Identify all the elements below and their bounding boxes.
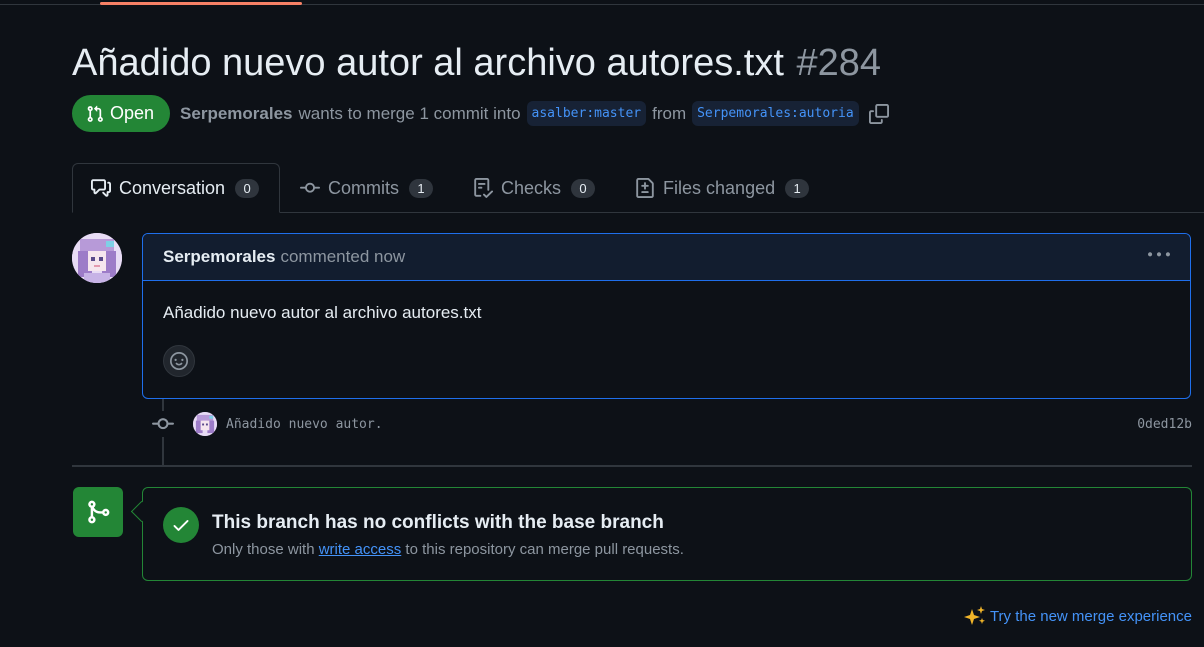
merge-status-subtitle: Only those with write access to this rep… [212,541,684,558]
tab-conversation[interactable]: Conversation 0 [72,163,280,213]
tab-checks[interactable]: Checks 0 [453,163,615,213]
copy-branch-button[interactable] [868,103,889,124]
page-title: Añadido nuevo autor al archivo autores.t… [72,38,881,88]
merge-box-icon [73,487,123,537]
tab-counter: 0 [571,178,596,198]
git-commit-icon [150,411,176,437]
timeline-commit-item: Añadido nuevo autor. 0ded12b [150,410,1192,438]
tab-commits[interactable]: Commits 1 [280,163,453,213]
kebab-horizontal-icon [1148,244,1170,266]
tab-counter: 0 [235,178,260,198]
tab-label: Commits [328,177,399,198]
tab-counter: 1 [409,178,433,198]
from-text: from [652,103,687,123]
timeline-divider [72,465,1192,467]
comment-discussion-icon [91,178,111,198]
head-branch-link[interactable]: Serpemorales:autoria [692,101,859,126]
active-nav-underline [100,2,302,5]
base-branch-link[interactable]: asalber:master [526,101,647,126]
commit-message-link[interactable]: Añadido nuevo autor. [226,417,383,432]
comment-card: Serpemorales commented now Añadido nuevo… [142,233,1191,399]
pr-author-link[interactable]: Serpemorales [180,104,292,124]
tab-label: Checks [501,177,562,198]
tab-label: Files changed [663,177,776,198]
commit-author-avatar[interactable] [193,412,217,436]
tab-counter: 1 [785,178,810,198]
pr-title: Añadido nuevo autor al archivo autores.t… [72,42,784,84]
add-reaction-button[interactable] [163,345,195,377]
state-badge: Open [72,95,171,132]
sparkles-icon [962,605,988,627]
comment-body: Añadido nuevo autor al archivo autores.t… [143,281,1190,377]
git-merge-icon [85,499,111,525]
check-circle-icon [163,507,199,543]
merge-sub-text-before: Only those with [212,541,315,558]
tab-files-changed[interactable]: Files changed 1 [615,163,829,213]
copy-icon [868,103,889,124]
checklist-icon [473,178,493,198]
comment-header: Serpemorales commented now [143,234,1190,281]
comment-text: Añadido nuevo autor al archivo autores.t… [163,303,482,322]
merge-status-box [142,487,1192,581]
commit-sha-link[interactable]: 0ded12b [1137,417,1192,432]
tab-label: Conversation [119,177,226,198]
avatar[interactable] [72,233,122,283]
git-pull-request-icon [86,105,104,123]
try-new-label: Try the new merge experience [989,607,1192,625]
comment-time[interactable]: now [374,247,405,267]
state-label: Open [110,103,155,123]
merge-sub-text-after: to this repository can merge pull reques… [405,541,684,558]
pr-meta: Open Serpemorales wants to merge 1 commi… [72,95,889,132]
comment-action: commented [280,247,370,266]
pr-tabs: Conversation 0 Commits 1 Checks 0 Files … [72,163,829,213]
pr-number: #284 [796,42,881,84]
merge-description: wants to merge 1 commit into [298,103,521,123]
merge-status-title: This branch has no conflicts with the ba… [212,512,664,533]
git-commit-icon [300,178,320,198]
write-access-link[interactable]: write access [319,541,402,558]
smiley-icon [170,352,188,370]
comment-author-link[interactable]: Serpemorales [163,247,275,267]
file-diff-icon [635,178,655,198]
more-options-button[interactable] [1148,244,1170,271]
try-new-merge-link[interactable]: Try the new merge experience [962,605,1192,627]
